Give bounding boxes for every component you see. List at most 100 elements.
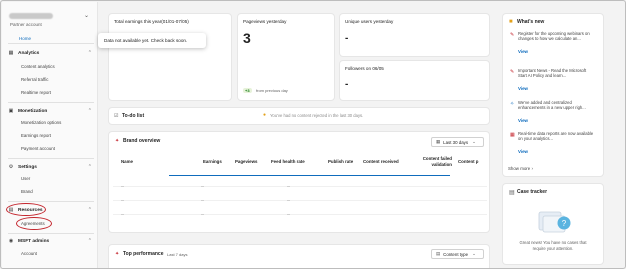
sparkle-icon: ✧ xyxy=(510,101,515,107)
placeholder-mark xyxy=(121,214,124,215)
column-header-publish-rate[interactable]: Publish rate xyxy=(328,159,353,164)
money-icon: ▣ xyxy=(8,108,14,114)
todo-card: ☑ To-do list ● You've had no content rej… xyxy=(108,107,490,125)
divider xyxy=(8,43,94,44)
column-header-content-failed-validation[interactable]: Content failed validation xyxy=(414,156,452,168)
case-icon: ▤ xyxy=(509,190,515,196)
news-text: Real-time data reports are now available… xyxy=(518,131,594,142)
column-header-feed-health-rate[interactable]: Feed health rate xyxy=(271,159,305,164)
chevron-up-icon: ⌃ xyxy=(87,108,92,114)
sidebar-item-realtime-report[interactable]: Realtime report xyxy=(21,90,51,95)
placeholder-mark xyxy=(201,214,204,215)
column-header-pageviews[interactable]: Pageviews xyxy=(235,159,257,164)
section-label: MSFT admins xyxy=(18,238,50,244)
loading-indicator xyxy=(169,175,450,177)
sidebar-item-payment-account[interactable]: Payment account xyxy=(21,146,55,151)
sidebar-item-content-analytics[interactable]: Content analytics xyxy=(21,64,55,69)
news-item[interactable]: ✎ Register for the upcoming webinars on … xyxy=(510,31,598,59)
info-icon: ● xyxy=(263,112,267,118)
chart-icon: ▦ xyxy=(510,132,515,138)
view-link[interactable]: View xyxy=(518,86,528,91)
show-more-label: Show more xyxy=(508,166,531,171)
show-more-link[interactable]: Show more › xyxy=(508,166,533,171)
sidebar-item-monetization-options[interactable]: Monetization options xyxy=(21,120,61,125)
placeholder-mark xyxy=(201,186,204,187)
pageviews-card: Pageviews yesterday 3 +3 from previous d… xyxy=(237,13,335,101)
news-icon: ■ xyxy=(509,19,513,25)
sidebar-section-analytics[interactable]: ▦ Analytics ⌃ xyxy=(8,49,94,57)
todo-message: You've had no content rejected in the la… xyxy=(270,113,364,118)
placeholder-mark xyxy=(287,186,290,187)
svg-text:?: ? xyxy=(562,219,567,228)
whats-new-title: What's new xyxy=(517,19,545,25)
news-item[interactable]: ▦ Real-time data reports are now availab… xyxy=(510,131,598,159)
chevron-down-icon: ⌄ xyxy=(472,139,476,144)
chevron-right-icon: › xyxy=(531,166,533,171)
sidebar-item-earnings-report[interactable]: Earnings report xyxy=(21,133,51,138)
brand-overview-title: Brand overview xyxy=(123,138,161,144)
sidebar-section-msft-admins[interactable]: ◉ MSFT admins ⌃ xyxy=(8,237,94,245)
pageviews-value: 3 xyxy=(243,30,251,46)
news-text: We've added and centralized enhancements… xyxy=(518,100,586,111)
followers-title: Followers on 06/05 xyxy=(345,66,384,71)
column-header-content-received[interactable]: Content received xyxy=(363,159,399,164)
brand-icon: ✦ xyxy=(115,138,120,144)
divider xyxy=(8,158,94,159)
view-link[interactable]: View xyxy=(518,149,528,154)
chevron-up-icon: ⌃ xyxy=(87,238,92,244)
followers-card: Followers on 06/05 - xyxy=(339,60,490,101)
top-performance-title: Top performance xyxy=(123,251,164,257)
sidebar-item-brand[interactable]: Brand xyxy=(21,189,33,194)
chevron-down-icon: ⌄ xyxy=(472,251,476,256)
news-item[interactable]: ✧ We've added and centralized enhancemen… xyxy=(510,100,598,128)
case-tracker-title: Case tracker xyxy=(517,189,548,195)
annotation-circle xyxy=(6,203,46,216)
placeholder-row xyxy=(113,186,487,187)
view-link[interactable]: View xyxy=(518,118,528,123)
news-text: Important News - Read the Microsoft Star… xyxy=(518,68,587,79)
section-label: Analytics xyxy=(18,50,40,56)
tooltip: Data not available yet. Check back soon. xyxy=(98,33,206,48)
sidebar-item-referral-traffic[interactable]: Referral traffic xyxy=(21,77,49,82)
divider xyxy=(8,233,94,234)
chevron-up-icon: ⌃ xyxy=(87,164,92,170)
sidebar-section-settings[interactable]: ⚙ Settings ⌃ xyxy=(8,163,94,171)
earnings-card: Total earnings this year(01/01-07/05) xyxy=(108,13,232,101)
megaphone-icon: ✎ xyxy=(510,32,515,38)
news-item[interactable]: ✎ Important News - Read the Microsoft St… xyxy=(510,68,598,96)
sidebar-item-home[interactable]: Home xyxy=(19,36,31,41)
date-range-value: Last 30 days xyxy=(443,139,469,145)
top-performance-subtitle: Last 7 days xyxy=(167,252,188,257)
pageviews-title: Pageviews yesterday xyxy=(243,19,287,24)
content-type-dropdown[interactable]: ▤ Content type ⌄ xyxy=(431,249,484,259)
partner-account-label: Partner account xyxy=(10,22,42,27)
placeholder-row xyxy=(113,200,487,201)
annotation-circle xyxy=(16,217,52,230)
column-header-content-published[interactable]: Content p xyxy=(458,159,479,164)
trophy-icon: ✦ xyxy=(115,251,120,257)
placeholder-mark xyxy=(287,214,290,215)
filter-icon: ▤ xyxy=(436,251,441,256)
column-header-name[interactable]: Name xyxy=(121,159,133,164)
placeholder-mark xyxy=(121,186,124,187)
change-note: from previous day xyxy=(256,88,288,93)
content-type-value: Content type xyxy=(443,251,469,257)
chevron-down-icon[interactable]: ⌄ xyxy=(84,12,89,19)
chevron-up-icon: ⌃ xyxy=(87,50,92,56)
sidebar-item-user[interactable]: User xyxy=(21,176,30,181)
divider xyxy=(8,201,94,202)
date-range-dropdown[interactable]: ▦ Last 30 days ⌄ xyxy=(431,137,484,147)
chevron-up-icon: ⌃ xyxy=(87,207,92,213)
todo-title: To-do list xyxy=(122,113,145,119)
placeholder-row xyxy=(113,214,487,215)
case-tracker-message-2: require your attention. xyxy=(532,246,574,251)
view-link[interactable]: View xyxy=(518,49,528,54)
account-name-redacted xyxy=(9,13,53,19)
column-header-earnings[interactable]: Earnings xyxy=(203,159,222,164)
placeholder-mark xyxy=(201,200,204,201)
news-text: Register for the upcoming webinars on ch… xyxy=(518,31,590,42)
sidebar-section-monetization[interactable]: ▣ Monetization ⌃ xyxy=(8,107,94,115)
divider xyxy=(8,102,94,103)
sidebar-item-account[interactable]: Account xyxy=(21,251,37,256)
placeholder-mark xyxy=(287,200,290,201)
